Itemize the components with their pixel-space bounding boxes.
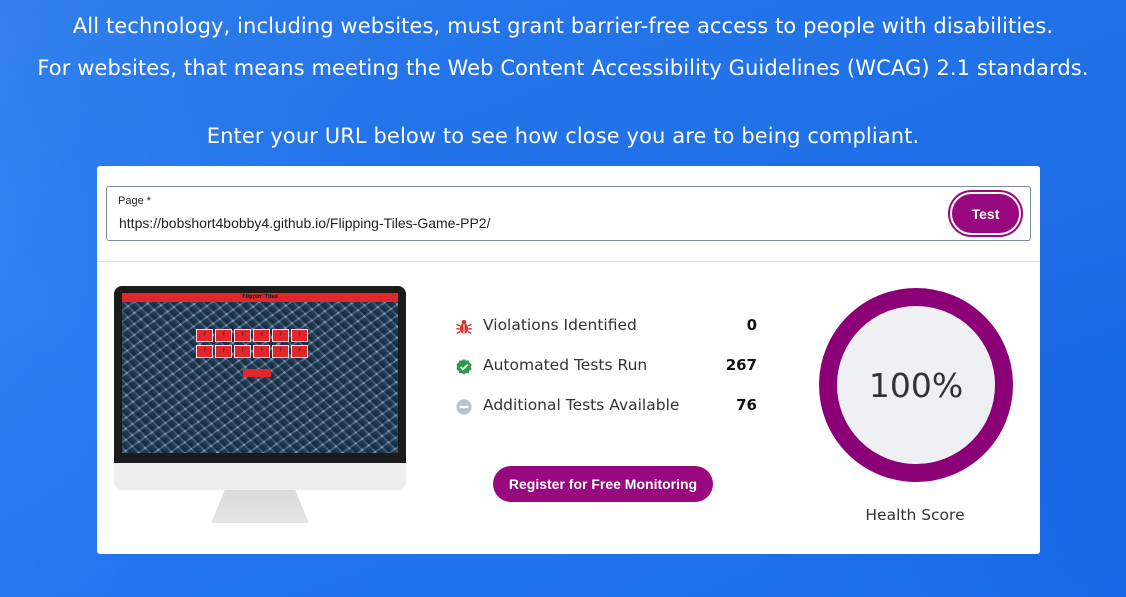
stat-label: Additional Tests Available (483, 396, 680, 414)
bug-icon (455, 318, 473, 336)
intro-line-2: For websites, that means meeting the Web… (37, 56, 1089, 80)
stat-automated-tests: Automated Tests Run 267 (455, 356, 757, 396)
tile: ? (253, 345, 270, 358)
minus-circle-icon (455, 398, 473, 416)
intro-line-1: All technology, including websites, must… (72, 14, 1054, 38)
register-button[interactable]: Register for Free Monitoring (493, 466, 713, 502)
tile-grid: ? ? ? ? ? ? ? ? ? ? ? ? (196, 329, 327, 361)
divider (97, 261, 1040, 262)
stat-value: 0 (746, 316, 757, 334)
site-button (243, 369, 271, 377)
scan-card: Page * https://bobshort4bobby4.github.io… (97, 166, 1040, 554)
tile: ? (215, 345, 232, 358)
check-circle-icon (455, 358, 473, 376)
url-field[interactable]: Page * https://bobshort4bobby4.github.io… (106, 186, 1031, 241)
tile: ? (272, 329, 289, 342)
stat-violations: Violations Identified 0 (455, 316, 757, 356)
stat-additional-tests: Additional Tests Available 76 (455, 396, 757, 436)
health-score-value: 100% (868, 365, 964, 405)
intro-line-3: Enter your URL below to see how close yo… (206, 124, 920, 148)
tile: ? (291, 345, 308, 358)
health-score-gauge: 100% (817, 286, 1015, 484)
tile: ? (196, 329, 213, 342)
tile: ? (196, 345, 213, 358)
stat-label: Automated Tests Run (483, 356, 648, 374)
site-preview-monitor: Flippin' Tiles ? ? ? ? ? ? ? ? ? ? ? ? (114, 286, 406, 523)
site-screenshot: Flippin' Tiles ? ? ? ? ? ? ? ? ? ? ? ? (122, 293, 398, 453)
monitor-frame: Flippin' Tiles ? ? ? ? ? ? ? ? ? ? ? ? (114, 286, 406, 463)
test-button[interactable]: Test (950, 192, 1021, 235)
stat-label: Violations Identified (483, 316, 637, 334)
stats-list: Violations Identified 0 Automated Tests … (455, 316, 757, 436)
tile: ? (234, 345, 251, 358)
tile: ? (215, 329, 232, 342)
tile: ? (272, 345, 289, 358)
tile: ? (291, 329, 308, 342)
monitor-chin (114, 463, 406, 490)
stat-value: 76 (736, 396, 757, 414)
monitor-stand (211, 490, 309, 523)
site-header: Flippin' Tiles (122, 293, 398, 302)
health-score-label: Health Score (865, 506, 965, 524)
url-input[interactable]: https://bobshort4bobby4.github.io/Flippi… (119, 215, 490, 231)
tile: ? (234, 329, 251, 342)
page-field-label: Page * (118, 195, 152, 207)
tile: ? (253, 329, 270, 342)
stat-value: 267 (725, 356, 757, 374)
